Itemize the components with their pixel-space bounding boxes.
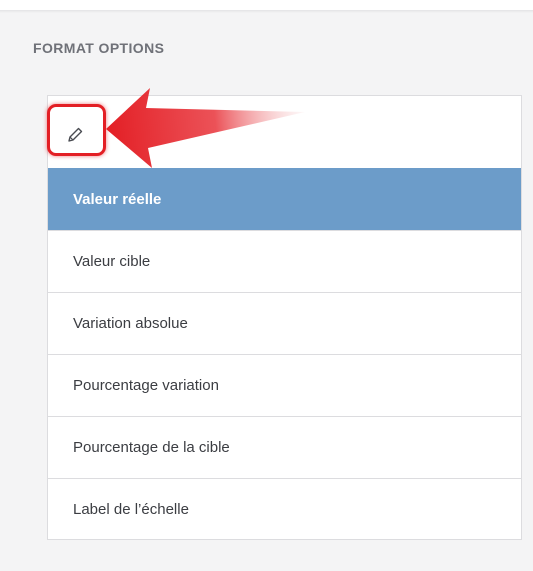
annotation-highlight-box	[47, 104, 106, 156]
edit-row	[48, 96, 521, 168]
option-valeur-reelle[interactable]: Valeur réelle	[48, 168, 521, 230]
top-bar-shadow	[0, 10, 533, 13]
format-options-panel: Valeur réelle Valeur cible Variation abs…	[47, 95, 522, 540]
top-bar	[0, 0, 533, 10]
option-pourcentage-variation[interactable]: Pourcentage variation	[48, 354, 521, 416]
option-variation-absolue[interactable]: Variation absolue	[48, 292, 521, 354]
options-list: Valeur réelle Valeur cible Variation abs…	[48, 168, 521, 540]
option-pourcentage-cible[interactable]: Pourcentage de la cible	[48, 416, 521, 478]
option-valeur-cible[interactable]: Valeur cible	[48, 230, 521, 292]
option-label-echelle[interactable]: Label de l’échelle	[48, 478, 521, 540]
section-title: FORMAT OPTIONS	[33, 40, 165, 56]
